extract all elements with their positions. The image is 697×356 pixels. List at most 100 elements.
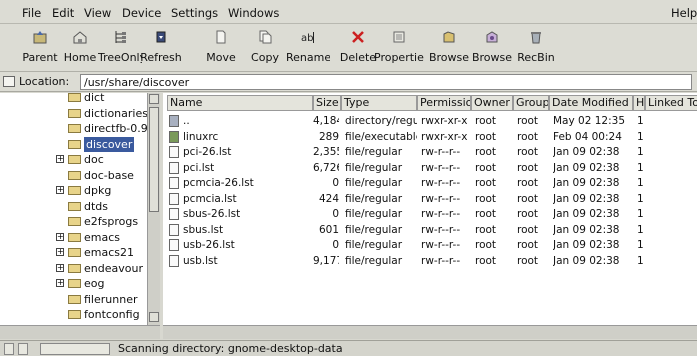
recbin-label: RecBin bbox=[517, 51, 555, 64]
home-button[interactable]: Home bbox=[62, 26, 98, 70]
table-row[interactable]: .. 4,184 directory/regular rwxr-xr-x root roo… bbox=[163, 114, 697, 128]
file-icon bbox=[169, 254, 179, 267]
cell-type: file/regular bbox=[345, 161, 403, 174]
location-input[interactable] bbox=[80, 74, 692, 90]
tree-item[interactable]: dtds bbox=[0, 199, 146, 214]
table-row[interactable]: pci-26.lst 2,355 file/regular rw-r--r-- root… bbox=[163, 145, 697, 159]
menu-help[interactable]: Help bbox=[671, 6, 697, 20]
cell-group: root bbox=[517, 146, 539, 158]
cell-name: linuxrc bbox=[183, 130, 219, 143]
column-header[interactable]: Owner bbox=[471, 95, 513, 111]
tree-expander[interactable]: + bbox=[56, 248, 64, 256]
cell-owner: root bbox=[475, 161, 497, 174]
cell-h: 1 bbox=[637, 208, 644, 220]
cell-name: sbus.lst bbox=[183, 223, 224, 236]
tree-item-label: emacs bbox=[84, 230, 121, 244]
refresh-button[interactable]: Refresh bbox=[140, 26, 182, 70]
tree-expander[interactable]: + bbox=[56, 232, 64, 241]
column-header[interactable]: Size bbox=[313, 95, 341, 111]
menu-device[interactable]: Device bbox=[122, 6, 161, 20]
menu-view[interactable]: View bbox=[84, 6, 111, 20]
cell-group: root bbox=[517, 192, 539, 205]
tree-item[interactable]: directfb-0.9 bbox=[0, 121, 148, 136]
column-header[interactable]: Group bbox=[513, 95, 549, 111]
menu-settings[interactable]: Settings bbox=[171, 6, 218, 20]
folder-icon bbox=[68, 124, 81, 133]
file-icon bbox=[169, 161, 179, 174]
column-header[interactable]: Linked To bbox=[645, 95, 697, 111]
tree-item[interactable]: + doc bbox=[0, 152, 146, 167]
table-row[interactable]: usb.lst 9,177 file/regular rw-r--r-- root roo… bbox=[163, 254, 697, 268]
menu-edit[interactable]: Edit bbox=[52, 6, 74, 20]
tree-item[interactable]: fontconfig bbox=[0, 307, 146, 322]
folder-icon bbox=[68, 232, 81, 242]
executable-icon bbox=[169, 130, 179, 143]
copy-icon bbox=[259, 30, 272, 44]
lock-icon bbox=[4, 343, 14, 355]
cell-date: May 02 12:35 bbox=[553, 115, 626, 127]
column-header[interactable]: Date Modified bbox=[549, 95, 633, 111]
tree-item[interactable]: + emacs21 bbox=[0, 245, 146, 260]
filelist-horizontal-scrollbar[interactable] bbox=[163, 325, 697, 339]
tree-item-label: dictionaries bbox=[84, 106, 148, 120]
tree-item[interactable]: + emacs bbox=[0, 230, 146, 245]
tree-item[interactable]: dict bbox=[0, 93, 146, 105]
table-row[interactable]: pcmcia-26.lst 0 file/regular rw-r--r-- root r… bbox=[163, 176, 697, 190]
column-header[interactable]: Type bbox=[341, 95, 417, 111]
column-header[interactable]: Name bbox=[167, 95, 313, 111]
table-row[interactable]: pcmcia.lst 424 file/regular rw-r--r-- root ro… bbox=[163, 192, 697, 206]
copy-button[interactable]: Copy bbox=[246, 26, 284, 70]
properties-button[interactable]: Properties bbox=[374, 26, 424, 70]
folder-icon bbox=[68, 310, 81, 319]
tree-item-label: doc bbox=[84, 153, 104, 166]
cell-owner: root bbox=[475, 177, 497, 189]
column-header[interactable]: Permissions bbox=[417, 95, 471, 111]
table-row[interactable]: sbus.lst 601 file/regular rw-r--r-- root root… bbox=[163, 223, 697, 237]
tree-item[interactable]: + eog bbox=[0, 276, 146, 291]
file-icon bbox=[169, 223, 179, 236]
table-row[interactable]: sbus-26.lst 0 file/regular rw-r--r-- root roo… bbox=[163, 207, 697, 221]
column-header[interactable]: H bbox=[633, 95, 645, 111]
menu-file[interactable]: File bbox=[22, 6, 41, 20]
rename-button[interactable]: ab Rename bbox=[286, 26, 330, 70]
rename-icon: ab bbox=[301, 32, 314, 44]
tree-scroll-up-button[interactable] bbox=[149, 94, 159, 104]
browse-alt-button[interactable]: Browse bbox=[470, 26, 514, 70]
tree-expander[interactable]: + bbox=[56, 155, 64, 163]
tree-expander[interactable]: + bbox=[56, 279, 64, 287]
table-row[interactable]: pci.lst 6,726 file/regular rw-r--r-- root roo… bbox=[163, 161, 697, 175]
tree-item[interactable]: dictionaries bbox=[0, 106, 148, 121]
recbin-button[interactable]: RecBin bbox=[514, 26, 558, 70]
cell-name: pci.lst bbox=[183, 161, 215, 174]
cell-name: sbus-26.lst bbox=[183, 208, 241, 220]
menu-windows[interactable]: Windows bbox=[228, 6, 279, 20]
folder-icon bbox=[68, 155, 81, 164]
cell-perm: rw-r--r-- bbox=[421, 161, 461, 174]
cell-perm: rw-r--r-- bbox=[421, 239, 461, 251]
folder-icon bbox=[68, 263, 81, 273]
move-button[interactable]: Move bbox=[202, 26, 240, 70]
file-icon bbox=[169, 239, 179, 251]
tree-scroll-down-button[interactable] bbox=[149, 312, 159, 322]
table-row[interactable]: usb-26.lst 0 file/regular rw-r--r-- root root… bbox=[163, 238, 697, 252]
tree-expander[interactable]: + bbox=[56, 263, 64, 272]
tree-item[interactable]: doc-base bbox=[0, 168, 146, 183]
tree-item[interactable]: filerunner bbox=[0, 292, 146, 307]
table-row[interactable]: linuxrc 289 file/executable rwxr-xr-x root ro… bbox=[163, 130, 697, 144]
tree-scroll-thumb[interactable] bbox=[149, 107, 159, 212]
tree-scrollbar[interactable] bbox=[147, 93, 160, 325]
tree-item[interactable]: + endeavour bbox=[0, 261, 146, 276]
tree-item[interactable]: discover bbox=[0, 136, 146, 152]
browse-button[interactable]: Browse bbox=[428, 26, 470, 70]
tree-horizontal-scrollbar[interactable] bbox=[0, 325, 160, 339]
tree-expander[interactable]: + bbox=[56, 186, 64, 194]
parent-button[interactable]: Parent bbox=[20, 26, 60, 70]
tree-item-label: dict bbox=[84, 93, 105, 104]
tree-item[interactable]: e2fsprogs bbox=[0, 214, 146, 229]
location-label: Location: bbox=[19, 75, 70, 88]
tree-icon bbox=[115, 31, 126, 43]
delete-icon bbox=[352, 31, 364, 43]
cell-date: Jan 09 02:38 bbox=[553, 177, 620, 189]
treeonly-button[interactable]: TreeOnly bbox=[98, 26, 142, 70]
tree-item[interactable]: + dpkg bbox=[0, 183, 146, 198]
